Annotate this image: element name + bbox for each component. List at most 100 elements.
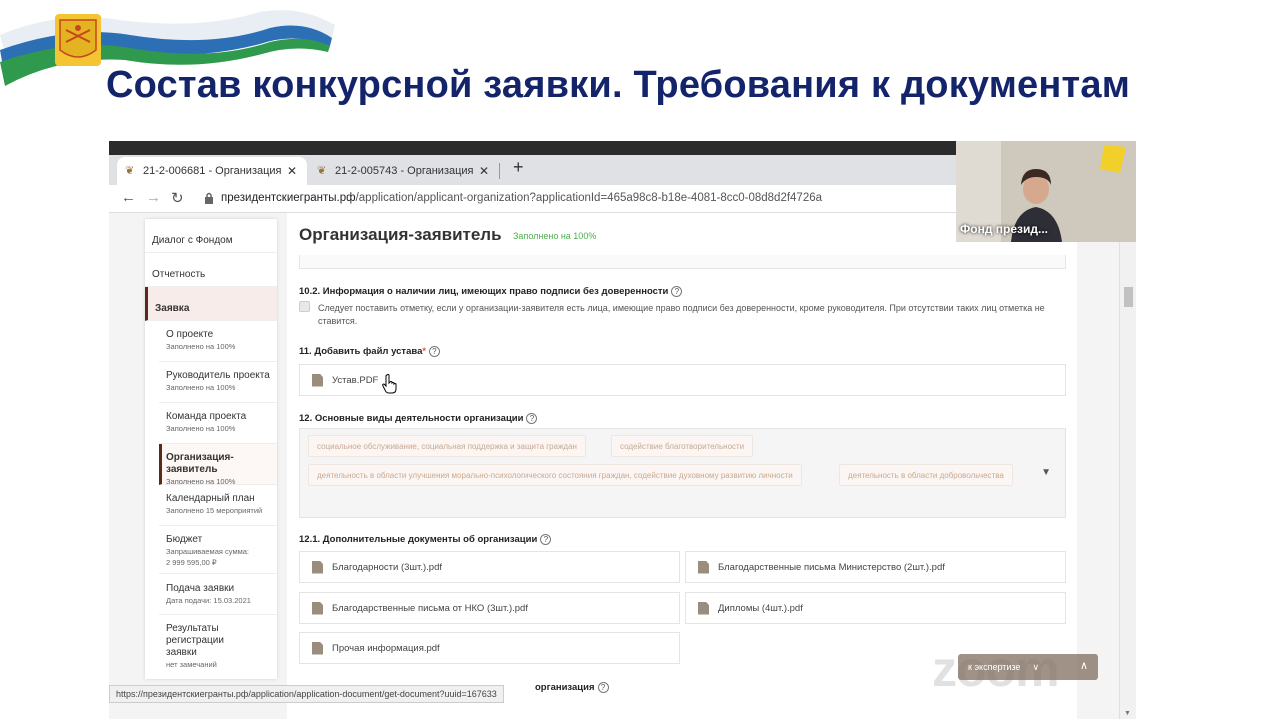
help-icon[interactable]: ? (597, 682, 609, 693)
sidebar-item-label: О проекте (166, 329, 214, 340)
new-tab-button[interactable]: + (513, 157, 524, 178)
section-divider (299, 255, 1066, 269)
sidebar-item-application[interactable]: Заявка (145, 287, 277, 321)
zoom-button-label: к экспертизе (968, 662, 1021, 672)
url-text[interactable]: президентскиегранты.рф/application/appli… (221, 192, 822, 204)
required-marker: * (422, 346, 426, 356)
sidebar-item-registration-results[interactable]: Результаты регистрации заявки нет замеча… (159, 615, 277, 669)
sidebar-item-submit[interactable]: Подача заявки Дата подачи: 15.03.2021 (159, 574, 277, 615)
sidebar-item-label: Организация-заявитель (166, 452, 234, 475)
document-file[interactable]: Благодарственные письма Министерство (2ш… (685, 551, 1066, 583)
file-icon (312, 373, 323, 387)
question-label: 11. Добавить файл устава (299, 346, 423, 358)
vertical-scrollbar[interactable]: ▲ ▼ (1119, 213, 1136, 719)
page-title: Организация-заявитель (299, 225, 502, 244)
sidebar-item-applicant-org[interactable]: Организация-заявитель Заполнено на 100% (159, 444, 277, 486)
sidebar-item-status: нет замечаний (166, 660, 217, 669)
completion-status: Заполнено на 100% (513, 231, 597, 241)
close-tab-icon[interactable]: ✕ (287, 164, 297, 178)
sidebar-item-label: Заявка (155, 303, 190, 314)
question-label: организация (535, 682, 595, 694)
sidebar-item-status: Дата подачи: 15.03.2021 (166, 596, 251, 605)
forward-arrow-icon[interactable]: → (146, 189, 161, 206)
chevron-down-icon[interactable]: ▼ (1041, 467, 1051, 478)
sidebar-item-reports[interactable]: Отчетность (145, 253, 277, 287)
activity-tag: содействие благотворительности (611, 435, 754, 457)
sidebar-item-calendar-plan[interactable]: Календарный план Заполнено 15 мероприяти… (159, 485, 277, 526)
sidebar-item-project-lead[interactable]: Руководитель проекта Заполнено на 100% (159, 362, 277, 403)
file-name[interactable]: Благодарственные письма от НКО (3шт.).pd… (332, 603, 528, 614)
file-icon (698, 560, 709, 574)
sidebar-item-status: Заполнено на 100% (166, 424, 236, 433)
sidebar-item-label: Руководитель проекта (166, 370, 270, 381)
participant-name: Фонд презид... (960, 222, 1048, 236)
application-sidebar: Диалог с Фондом Отчетность Заявка О прое… (145, 219, 277, 679)
sidebar-item-label: заявки (166, 647, 197, 658)
sidebar-item-label: Бюджет (166, 534, 203, 545)
help-icon[interactable]: ? (526, 413, 538, 424)
document-file[interactable]: Благодарности (3шт.).pdf (299, 551, 680, 583)
sidebar-item-team[interactable]: Команда проекта Заполнено на 100% (159, 403, 277, 444)
signatory-checkbox[interactable] (299, 301, 310, 312)
webcam-video: Фонд презид... (956, 141, 1136, 242)
scrollbar-thumb[interactable] (1124, 287, 1133, 307)
chevron-up-icon[interactable]: ∧ (1080, 659, 1088, 672)
sidebar-item-budget[interactable]: Бюджет Запрашиваемая сумма: 2 999 595,00… (159, 526, 277, 574)
activity-tag: деятельность в области улучшения моральн… (308, 464, 802, 486)
budget-amount: 2 999 595,00 ₽ (166, 558, 217, 567)
checkbox-hint: Следует поставить отметку, если у органи… (318, 303, 1045, 326)
sidebar-item-status: Заполнено 15 мероприятий (166, 506, 263, 515)
question-label: 12.1. Дополнительные документы об органи… (299, 534, 538, 546)
slide-title: Состав конкурсной заявки. Требования к д… (106, 64, 1130, 106)
question-12-1: 12.1. Дополнительные документы об органи… (299, 534, 552, 546)
browser-tab[interactable]: ❦ 21-2-005743 - Организация-заявитель ✕ (309, 157, 499, 185)
help-icon[interactable]: ? (540, 534, 552, 545)
chevron-down-icon[interactable]: ∨ (1032, 662, 1039, 673)
document-file[interactable]: Прочая информация.pdf (299, 632, 680, 664)
lock-icon (205, 192, 213, 204)
sidebar-item-label: Диалог с Фондом (152, 235, 233, 246)
url-host: президентскиегранты.рф (221, 192, 356, 204)
file-name[interactable]: Благодарности (3шт.).pdf (332, 562, 442, 573)
activity-tag: социальное обслуживание, социальная подд… (308, 435, 586, 457)
url-path: /application/applicant-organization?appl… (355, 192, 823, 204)
tab-title: 21-2-006681 - Организация-заявитель (143, 165, 281, 177)
sidebar-item-about-project[interactable]: О проекте Заполнено на 100% (159, 321, 277, 362)
file-name[interactable]: Благодарственные письма Министерство (2ш… (718, 562, 945, 573)
tab-title: 21-2-005743 - Организация-заявитель (335, 165, 473, 177)
question-label: 10.2. Информация о наличии лиц, имеющих … (299, 286, 669, 298)
zoom-control-bar[interactable]: к экспертизе ∨ ∧ (958, 654, 1098, 680)
sidebar-item-label: Результаты регистрации (166, 623, 224, 646)
sidebar-item-status: Запрашиваемая сумма: (166, 547, 250, 556)
back-arrow-icon[interactable]: ← (121, 189, 136, 206)
question-12: 12. Основные виды деятельности организац… (299, 413, 538, 424)
presentation-slide: Состав конкурсной заявки. Требования к д… (0, 0, 1280, 720)
link-status-url: https://президентскиегранты.рф/applicati… (109, 685, 504, 703)
sidebar-item-status: Заполнено на 100% (166, 342, 236, 351)
sidebar-item-label: Команда проекта (166, 411, 247, 422)
sidebar-item-label: Подача заявки (166, 583, 235, 594)
help-icon[interactable]: ? (671, 286, 683, 297)
next-question-label: организация? (535, 682, 609, 693)
favicon-icon: ❦ (317, 165, 327, 177)
file-icon (698, 601, 709, 615)
sidebar-item-label: Отчетность (152, 269, 206, 280)
activity-tag: деятельность в области добровольчества (839, 464, 1013, 486)
file-name[interactable]: Прочая информация.pdf (332, 643, 440, 654)
sidebar-item-dialog[interactable]: Диалог с Фондом (145, 219, 277, 253)
close-tab-icon[interactable]: ✕ (479, 164, 489, 178)
file-name[interactable]: Дипломы (4шт.).pdf (718, 603, 803, 614)
browser-tab-active[interactable]: ❦ 21-2-006681 - Организация-заявитель ✕ (117, 157, 307, 185)
activity-tags-select[interactable]: социальное обслуживание, социальная подд… (299, 428, 1066, 518)
reload-icon[interactable]: ↻ (171, 189, 184, 207)
scroll-down-icon[interactable]: ▼ (1124, 710, 1131, 717)
help-icon[interactable]: ? (428, 346, 440, 357)
favicon-icon: ❦ (125, 165, 135, 177)
document-file[interactable]: Дипломы (4шт.).pdf (685, 592, 1066, 624)
charter-file[interactable]: Устав.PDF (299, 364, 1066, 396)
document-file[interactable]: Благодарственные письма от НКО (3шт.).pd… (299, 592, 680, 624)
file-name[interactable]: Устав.PDF (332, 375, 378, 386)
file-icon (312, 560, 323, 574)
question-11: 11. Добавить файл устава*? (299, 346, 440, 357)
file-icon (312, 601, 323, 615)
